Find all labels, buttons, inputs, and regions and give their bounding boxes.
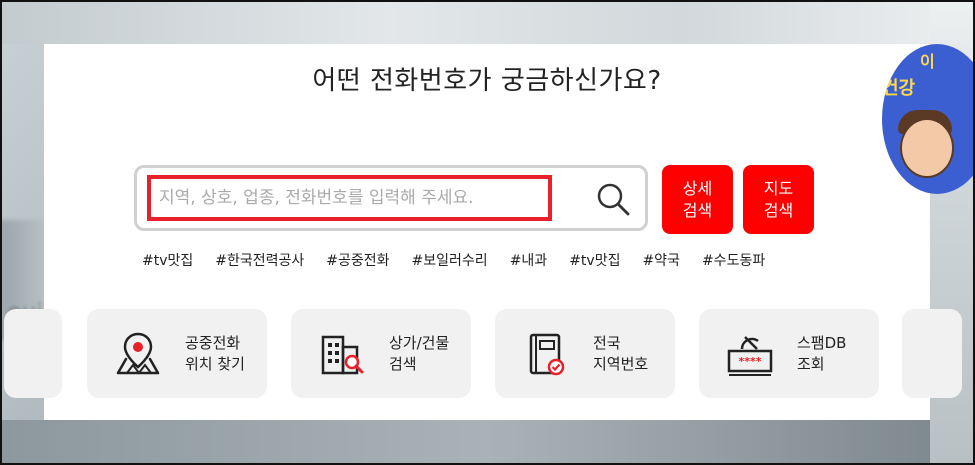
map-search-label-1: 지도 [763, 178, 794, 198]
hashtag-item[interactable]: #내과 [510, 250, 548, 270]
spam-db-tile[interactable]: **** 스팸DB 조회 [699, 309, 879, 398]
detail-search-label-1: 상세 [682, 178, 713, 198]
hashtag-item[interactable]: #tv맛집 [142, 250, 193, 270]
payphone-location-tile[interactable]: 공중전화 위치 찾기 [87, 309, 267, 398]
hashtag-item[interactable]: #공중전화 [326, 250, 389, 270]
hashtag-list: #tv맛집 #한국전력공사 #공중전화 #보일러수리 #내과 #tv맛집 #약국… [142, 250, 787, 270]
background-top [0, 0, 975, 44]
area-code-tile[interactable]: 전국 지역번호 [495, 309, 675, 398]
map-search-button[interactable]: 지도 검색 [743, 165, 814, 234]
detail-search-label-2: 검색 [682, 200, 713, 220]
hashtag-item[interactable]: #약국 [642, 250, 680, 270]
search-box [134, 165, 648, 231]
hashtag-item[interactable]: #보일러수리 [412, 250, 488, 270]
page-title: 어떤 전화번호가 궁금하신가요? [312, 66, 662, 96]
tile-label: 상가/건물 검색 [389, 333, 450, 373]
map-search-label-2: 검색 [763, 200, 794, 220]
hashtag-item[interactable]: #수도동파 [702, 250, 765, 270]
background-bottom [0, 420, 975, 465]
tile-label: 공중전화 위치 찾기 [185, 333, 245, 373]
service-tile-partial[interactable] [902, 309, 962, 398]
detail-search-button[interactable]: 상세 검색 [662, 165, 733, 234]
building-search-icon [321, 335, 364, 374]
hashtag-item[interactable]: #tv맛집 [569, 250, 620, 270]
phonebook-icon [529, 333, 565, 375]
hashtag-item[interactable]: #한국전력공사 [215, 250, 304, 270]
map-pin-icon [116, 332, 160, 375]
service-tile-partial[interactable] [4, 309, 62, 398]
search-icon[interactable] [595, 181, 631, 217]
svg-text:****: **** [738, 355, 761, 368]
tile-label: 전국 지역번호 [593, 333, 649, 373]
building-search-tile[interactable]: 상가/건물 검색 [291, 309, 471, 398]
character-avatar [900, 118, 954, 178]
search-input[interactable] [147, 175, 552, 221]
search-card: 어떤 전화번호가 궁금하신가요? 상세 검색 지도 검색 #tv맛집 #한국전력… [4, 44, 962, 420]
tile-label: 스팸DB 조회 [797, 333, 847, 373]
spam-alert-icon: **** [727, 335, 773, 376]
